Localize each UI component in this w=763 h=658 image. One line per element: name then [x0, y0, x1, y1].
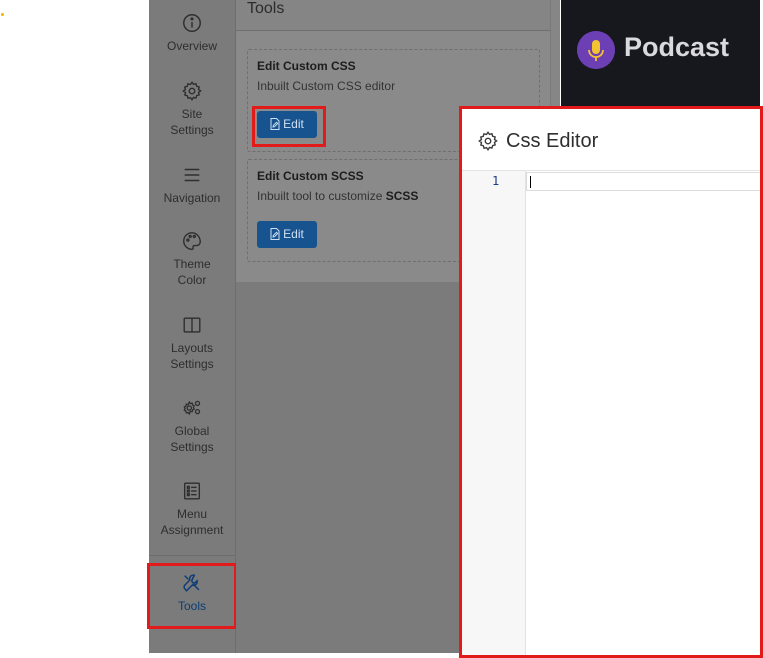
gear-icon	[181, 80, 203, 102]
tool-card-description: Inbuilt tool to customize SCSS	[257, 189, 419, 203]
edit-button-label: Edit	[283, 117, 304, 131]
tool-card-title: Edit Custom CSS	[257, 59, 356, 73]
menu-lines-icon	[181, 164, 203, 186]
sidebar-item-theme-color[interactable]: Theme Color	[149, 230, 235, 288]
sidebar-item-navigation[interactable]: Navigation	[149, 164, 235, 206]
css-editor-modal: Css Editor 1	[462, 109, 761, 655]
file-edit-icon	[270, 118, 280, 130]
sidebar-item-label: Site Settings	[170, 107, 214, 137]
sidebar-item-label: Navigation	[163, 191, 221, 205]
sidebar-item-site-settings[interactable]: Site Settings	[149, 80, 235, 138]
microphone-icon	[577, 31, 615, 69]
line-number: 1	[492, 174, 500, 188]
edit-css-button[interactable]: Edit	[257, 111, 317, 138]
code-editor-area[interactable]	[526, 171, 761, 655]
info-icon	[181, 12, 203, 34]
sidebar-item-label: Tools	[177, 599, 206, 613]
sidebar-item-label: Theme Color	[173, 257, 211, 287]
columns-icon	[181, 314, 203, 336]
indicator-dot	[1, 13, 4, 16]
editor-title: Css Editor	[506, 130, 599, 152]
sidebar-item-label: Menu Assignment	[160, 507, 224, 537]
tool-card-title: Edit Custom SCSS	[257, 169, 364, 183]
brand-name: Podcast	[624, 32, 730, 62]
sidebar-item-overview[interactable]: Overview	[149, 12, 235, 54]
tools-icon	[181, 572, 203, 594]
page-title: Tools	[247, 0, 285, 17]
list-icon	[181, 480, 203, 502]
sidebar-divider	[149, 555, 235, 556]
palette-icon	[181, 230, 203, 252]
sidebar-item-tools[interactable]: Tools	[149, 572, 235, 614]
active-line[interactable]	[526, 172, 761, 191]
line-number-gutter: 1	[462, 171, 526, 655]
gears-icon	[181, 397, 203, 419]
sidebar-item-label: Global Settings	[170, 424, 214, 454]
sidebar-item-label: Overview	[166, 39, 217, 53]
edit-button-label: Edit	[283, 227, 304, 241]
tool-card-description: Inbuilt Custom CSS editor	[257, 79, 396, 93]
site-header: Podcast	[561, 0, 760, 110]
panel-header: Tools	[236, 0, 550, 31]
sidebar: Overview Site Settings Navigation Theme …	[149, 0, 236, 653]
sidebar-item-label: Layouts Settings	[170, 341, 214, 371]
sidebar-item-global-settings[interactable]: Global Settings	[149, 397, 235, 455]
file-edit-icon	[270, 228, 280, 240]
text-cursor	[530, 176, 531, 188]
sidebar-item-layouts-settings[interactable]: Layouts Settings	[149, 314, 235, 372]
editor-header: Css Editor	[462, 109, 760, 171]
gear-icon	[477, 130, 499, 152]
edit-scss-button[interactable]: Edit	[257, 221, 317, 248]
sidebar-item-menu-assignment[interactable]: Menu Assignment	[149, 480, 235, 538]
